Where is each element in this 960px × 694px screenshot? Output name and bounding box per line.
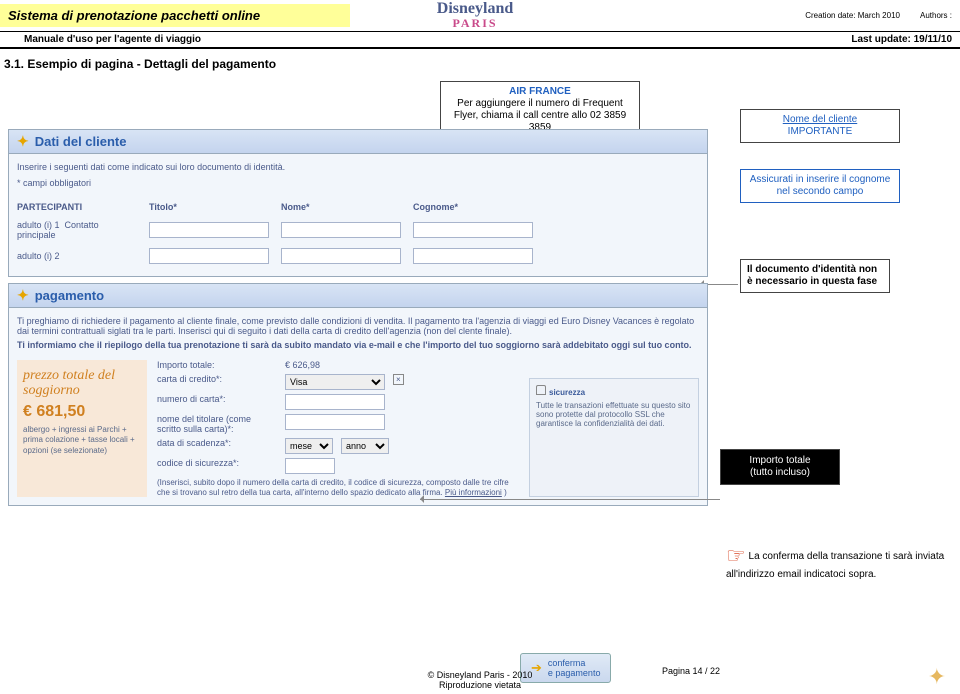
total-line2: (tutto incluso) (726, 467, 834, 479)
price-box: prezzo totale del soggiorno € 681,50 alb… (17, 360, 147, 497)
callout-surname: Assicurati in inserire il cognome nel se… (740, 169, 900, 203)
row1-label: adulto (i) 1 (17, 220, 60, 230)
doc-subtitle: Manuale d'uso per l'agente di viaggio (0, 32, 600, 47)
callout-confirmation: ☞ La conferma della transazione ti sarà … (720, 539, 952, 585)
label-expiry: data di scadenza*: (157, 438, 277, 448)
required-note: * campi obbligatori (17, 178, 699, 188)
client-intro: Inserire i seguenti dati come indicato s… (17, 162, 699, 172)
reproduction: Riproduzione vietata (0, 680, 960, 690)
client-panel-body: Inserire i seguenti dati come indicato s… (8, 154, 708, 277)
label-card: carta di credito*: (157, 374, 277, 384)
close-icon[interactable]: × (393, 374, 404, 385)
price-big: prezzo totale del soggiorno (23, 368, 141, 399)
participant-row: adulto (i) 1 Contatto principale (17, 216, 699, 244)
title-input-1[interactable] (149, 222, 269, 238)
payment-panel-title: pagamento (35, 288, 104, 303)
surname-input-1[interactable] (413, 222, 533, 238)
val-importo: € 626,98 (285, 360, 395, 370)
page-footer: © Disneyland Paris - 2010 Riproduzione v… (0, 670, 960, 690)
callout-client-name: Nome del cliente IMPORTANTE (740, 109, 900, 143)
page-number: Pagina 14 / 22 (662, 666, 720, 676)
client-panel-header: ✦ Dati del cliente (8, 129, 708, 154)
label-cvv: codice di sicurezza*: (157, 458, 277, 468)
callout-total: Importo totale (tutto incluso) (720, 449, 840, 485)
price-detail: albergo + ingressi ai Parchi + prima col… (23, 425, 141, 456)
star-icon: ✦ (928, 664, 946, 690)
payment-intro: Ti preghiamo di richiedere il pagamento … (17, 316, 699, 336)
confirmation-text: La conferma della transazione ti sarà in… (726, 551, 944, 581)
more-info-link[interactable]: Più informazioni (445, 488, 502, 497)
exp-month-select[interactable]: mese (285, 438, 333, 454)
cardnum-input[interactable] (285, 394, 385, 410)
col-name: Nome* (281, 202, 401, 212)
security-title: sicurezza (549, 388, 585, 397)
label-importo: Importo totale: (157, 360, 277, 370)
col-surname: Cognome* (413, 202, 533, 212)
payment-intro-bold: Ti informiamo che il riepilogo della tua… (17, 340, 699, 350)
header-meta: Creation date: March 2010 Authors : (600, 9, 960, 22)
label-cardnum: numero di carta*: (157, 394, 277, 404)
doc-title: Sistema di prenotazione pacchetti online (0, 4, 350, 27)
total-line1: Importo totale (726, 455, 834, 467)
exp-year-select[interactable]: anno (341, 438, 389, 454)
creation-label: Creation date: (805, 11, 855, 20)
logo-sub: PARIS (350, 16, 600, 31)
holder-input[interactable] (285, 414, 385, 430)
payment-form: Importo totale: € 626,98 carta di credito… (157, 360, 519, 497)
name-input-1[interactable] (281, 222, 401, 238)
cvv-input[interactable] (285, 458, 335, 474)
brand-logo: Disneyland PARIS (350, 0, 600, 31)
callout-document: Il documento d'identità non è necessario… (740, 259, 890, 293)
col-title: Titolo* (149, 202, 269, 212)
page-header: Sistema di prenotazione pacchetti online… (0, 0, 960, 49)
participant-row: adulto (i) 2 (17, 244, 699, 268)
logo-main: Disneyland (437, 0, 513, 17)
security-body: Tutte le transazioni effettuate su quest… (536, 401, 692, 428)
airfrance-title: AIR FRANCE (447, 86, 633, 98)
client-name-sub: IMPORTANTE (747, 126, 893, 138)
client-panel-title: Dati del cliente (35, 134, 127, 149)
lock-icon (536, 385, 546, 395)
payment-panel-header: ✦ pagamento (8, 283, 708, 308)
section-title: 3.1. Esempio di pagina - Dettagli del pa… (4, 57, 956, 71)
last-update: Last update: 19/11/10 (600, 32, 960, 47)
security-box: sicurezza Tutte le transazioni effettuat… (529, 378, 699, 497)
label-holder: nome del titolare (come scritto sulla ca… (157, 414, 277, 434)
creation-value: March 2010 (858, 11, 900, 20)
payment-panel-body: Ti preghiamo di richiedere il pagamento … (8, 308, 708, 506)
client-name-title: Nome del cliente (747, 114, 893, 126)
surname-input-2[interactable] (413, 248, 533, 264)
booking-screenshot: ✦ Dati del cliente Inserire i seguenti d… (8, 129, 708, 506)
expand-icon: ✦ (17, 133, 29, 150)
title-input-2[interactable] (149, 248, 269, 264)
hand-icon: ☞ (726, 543, 746, 568)
expand-icon: ✦ (17, 287, 29, 304)
col-participants: PARTECIPANTI (17, 202, 137, 212)
authors-label: Authors : (920, 11, 952, 20)
card-select[interactable]: Visa (285, 374, 385, 390)
row2-label: adulto (i) 2 (17, 251, 137, 261)
name-input-2[interactable] (281, 248, 401, 264)
cvv-help: (Inserisci, subito dopo il numero della … (157, 478, 519, 497)
price-value: € 681,50 (23, 403, 141, 421)
copyright: © Disneyland Paris - 2010 (0, 670, 960, 680)
